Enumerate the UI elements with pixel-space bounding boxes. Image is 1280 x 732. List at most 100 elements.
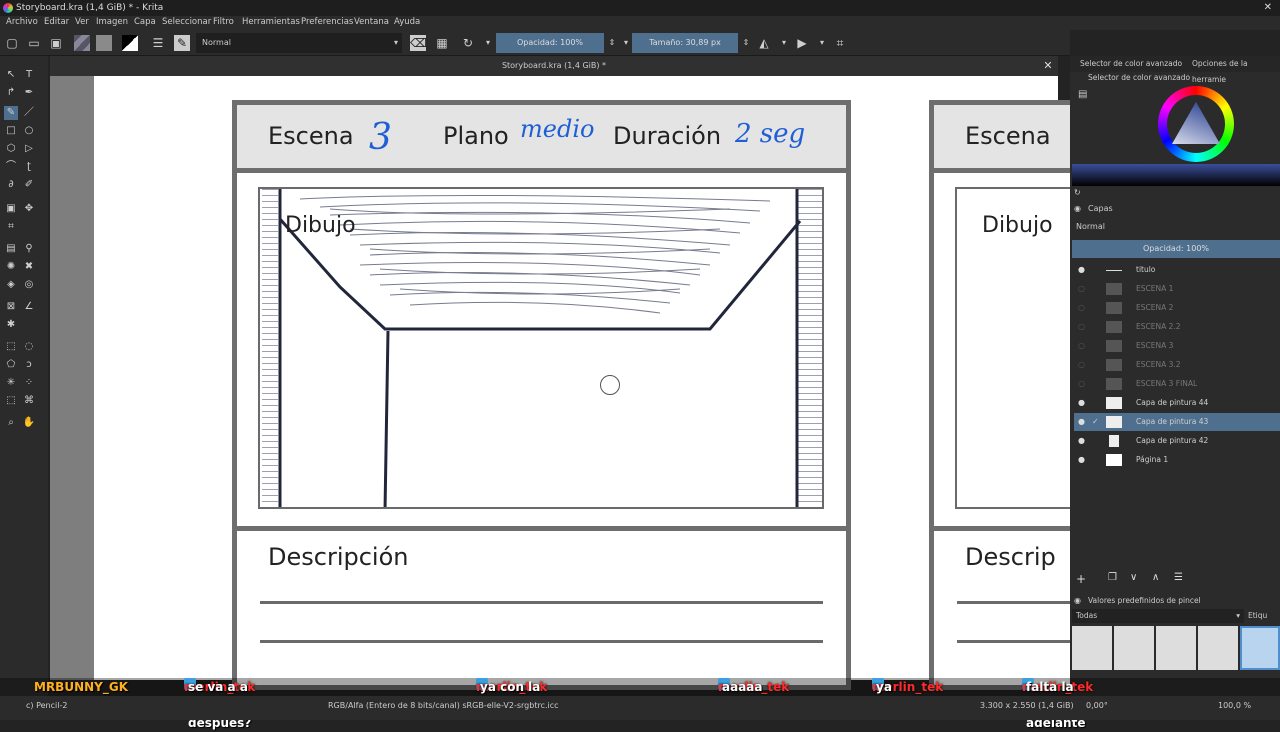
bezier-select-tool-icon[interactable]: ⬚	[4, 394, 18, 408]
duplicate-layer-icon[interactable]: ❐	[1108, 572, 1117, 583]
eye-icon[interactable]: ○	[1078, 284, 1088, 294]
color-history-strip[interactable]	[1072, 164, 1280, 186]
menu-archivo[interactable]: Archivo	[6, 17, 38, 27]
enclose-fill-tool-icon[interactable]: ◎	[22, 278, 36, 292]
brush-size-slider[interactable]: Tamaño: 30,89 px	[632, 33, 738, 53]
layer-row[interactable]: ○ ESCENA 3.2	[1074, 356, 1280, 374]
color-picker-tool-icon[interactable]: ⚲	[22, 242, 36, 256]
save-icon[interactable]: ▣	[48, 35, 64, 51]
brush-settings-icon[interactable]: ☰	[150, 35, 166, 51]
eye-icon[interactable]: ○	[1078, 360, 1088, 370]
size-spin-icon[interactable]: ⇕	[738, 35, 754, 51]
reload-dropdown-icon[interactable]: ▾	[480, 35, 496, 51]
blend-mode-select[interactable]: Normal ▾	[196, 33, 402, 53]
rect-select-tool-icon[interactable]: ⬚	[4, 340, 18, 354]
mirror-h-dropdown-icon[interactable]: ▾	[776, 35, 792, 51]
tab-tool-options[interactable]: Opciones de la herramie	[1192, 56, 1280, 88]
eye-icon[interactable]: ○	[1078, 341, 1088, 351]
magnetic-select-tool-icon[interactable]: ⌘	[22, 394, 36, 408]
color-wheel[interactable]	[1158, 86, 1234, 162]
pan-tool-icon[interactable]: ✋	[22, 416, 36, 430]
brush-tag-label[interactable]: Etiqu	[1248, 611, 1267, 620]
layer-row[interactable]: ○ ESCENA 1	[1074, 280, 1280, 298]
contiguous-select-tool-icon[interactable]: ✳	[4, 376, 18, 390]
document-tab[interactable]: Storyboard.kra (1,4 GiB) * ✕	[50, 56, 1058, 76]
color-settings-icon[interactable]: ▤	[1078, 89, 1087, 100]
close-window-icon[interactable]: ✕	[1264, 0, 1272, 16]
line-tool-icon[interactable]: ／	[22, 106, 36, 120]
ellipse-select-tool-icon[interactable]: ◌	[22, 340, 36, 354]
multibrush-tool-icon[interactable]: ✐	[22, 178, 36, 192]
menu-editar[interactable]: Editar	[44, 17, 69, 27]
dynamic-brush-tool-icon[interactable]: ∂	[4, 178, 18, 192]
status-rotation[interactable]: 0,00°	[1086, 696, 1108, 716]
crop-tool-icon[interactable]: ⌗	[4, 220, 18, 234]
similar-select-tool-icon[interactable]: ⁘	[22, 376, 36, 390]
move-down-icon[interactable]: ∨	[1130, 572, 1137, 583]
reference-tool-icon[interactable]: ✱	[4, 318, 18, 332]
layer-properties-icon[interactable]: ☰	[1174, 572, 1183, 583]
layer-row[interactable]: ● Página 1	[1074, 451, 1280, 469]
smart-patch-tool-icon[interactable]: ✺	[4, 260, 18, 274]
menu-ayuda[interactable]: Ayuda	[394, 17, 420, 27]
polyline-tool-icon[interactable]: ▷	[22, 142, 36, 156]
freehand-path-tool-icon[interactable]: ʈ	[22, 160, 36, 174]
calligraphy-tool-icon[interactable]: ✒	[22, 86, 36, 100]
eye-icon[interactable]: ○	[1078, 303, 1088, 313]
layer-blend-mode[interactable]: Normal	[1076, 222, 1105, 231]
layer-row[interactable]: ○ ESCENA 3 FINAL	[1074, 375, 1280, 393]
eraser-mode-icon[interactable]: ⌫	[410, 35, 427, 51]
layer-opacity-slider[interactable]: Opacidad: 100%	[1072, 240, 1280, 258]
rectangle-tool-icon[interactable]: □	[4, 124, 18, 138]
assistant-tool-icon[interactable]: ⊠	[4, 300, 18, 314]
wrap-around-icon[interactable]: ⌗	[832, 35, 848, 51]
menu-preferencias[interactable]: Preferencias	[301, 17, 353, 27]
measure-tool-icon[interactable]: ∠	[22, 300, 36, 314]
freehand-brush-tool-icon[interactable]: ✎	[4, 106, 18, 120]
zoom-tool-icon[interactable]: ⌕	[4, 416, 18, 430]
layer-row-selected[interactable]: ● ✓ Capa de pintura 43	[1074, 413, 1280, 431]
mirror-vertical-icon[interactable]: ▶	[794, 35, 810, 51]
move-tool-icon[interactable]: ✥	[22, 202, 36, 216]
colorize-mask-tool-icon[interactable]: ✖	[22, 260, 36, 274]
mirror-v-dropdown-icon[interactable]: ▾	[814, 35, 830, 51]
eye-icon[interactable]: ●	[1078, 436, 1088, 446]
layer-row[interactable]: ○ ESCENA 3	[1074, 337, 1280, 355]
edit-shapes-tool-icon[interactable]: ↱	[4, 86, 18, 100]
bezier-tool-icon[interactable]: ⌒	[4, 160, 18, 174]
select-shapes-tool-icon[interactable]: ↖	[4, 68, 18, 82]
move-up-icon[interactable]: ∧	[1152, 572, 1159, 583]
polygon-tool-icon[interactable]: ⬡	[4, 142, 18, 156]
menu-herramientas[interactable]: Herramientas	[242, 17, 300, 27]
gradient-swatch-icon[interactable]	[74, 35, 90, 51]
mirror-horizontal-icon[interactable]: ◭	[756, 35, 772, 51]
tab-color-selector[interactable]: Selector de color avanzado	[1080, 56, 1182, 72]
ellipse-tool-icon[interactable]: ○	[22, 124, 36, 138]
reload-preset-icon[interactable]: ↻	[460, 35, 476, 51]
eye-icon[interactable]: ●	[1078, 417, 1088, 427]
brush-preset-selected-icon[interactable]	[1240, 626, 1280, 670]
new-document-icon[interactable]: ▢	[4, 35, 20, 51]
layer-row[interactable]: ● titulo	[1074, 261, 1280, 279]
opacity-slider[interactable]: Opacidad: 100%	[496, 33, 604, 53]
polygon-select-tool-icon[interactable]: ⬠	[4, 358, 18, 372]
transform-tool-icon[interactable]: ▣	[4, 202, 18, 216]
status-zoom[interactable]: 100,0 %	[1218, 696, 1251, 716]
freehand-select-tool-icon[interactable]: ↄ	[22, 358, 36, 372]
text-tool-icon[interactable]: T	[22, 68, 36, 82]
open-folder-icon[interactable]: ▭	[26, 35, 42, 51]
layer-row[interactable]: ○ ESCENA 2.2	[1074, 318, 1280, 336]
eye-icon[interactable]: ○	[1078, 379, 1088, 389]
preserve-alpha-icon[interactable]: ▦	[434, 35, 450, 51]
layer-row[interactable]: ● Capa de pintura 44	[1074, 394, 1280, 412]
brush-presets-icon[interactable]: ✎	[174, 35, 190, 51]
canvas-page[interactable]: Escena 3 Plano medio Duración 2 seg Dibu…	[94, 76, 1097, 690]
menu-ventana[interactable]: Ventana	[354, 17, 389, 27]
add-layer-icon[interactable]: +	[1076, 572, 1086, 586]
brush-preset-pencil-icon[interactable]	[1156, 626, 1196, 670]
eye-icon[interactable]: ●	[1078, 265, 1088, 275]
layer-row[interactable]: ○ ESCENA 2	[1074, 299, 1280, 317]
menu-seleccionar[interactable]: Seleccionar	[162, 17, 211, 27]
refresh-icon[interactable]: ↻	[1074, 188, 1081, 197]
close-document-icon[interactable]: ✕	[1040, 56, 1056, 76]
